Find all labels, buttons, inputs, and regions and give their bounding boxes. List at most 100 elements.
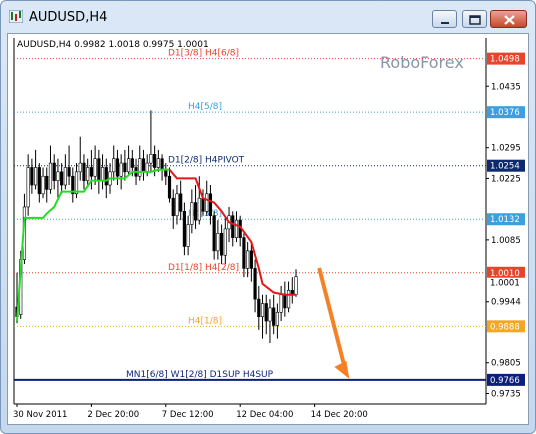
candle-body	[33, 167, 38, 186]
candle-body	[201, 197, 205, 212]
level-price-label: 0.9766	[490, 376, 520, 386]
candle-body	[186, 224, 190, 247]
candle-body	[220, 232, 224, 256]
level-label: MN1[6/8] W1[2/8] D1SUP H4SUP	[126, 370, 274, 380]
candle-body	[82, 162, 86, 181]
candle-body	[253, 268, 257, 300]
candle-body	[179, 193, 183, 212]
level-price-label: 1.0254	[490, 162, 520, 172]
candle-body	[26, 167, 30, 208]
candle-body	[41, 175, 45, 195]
candle-body	[130, 158, 134, 168]
candle-body	[193, 202, 198, 221]
candle-body	[78, 162, 82, 173]
candle-body	[208, 193, 213, 217]
candle-body	[216, 232, 220, 252]
candle-body	[257, 298, 261, 317]
candle-body	[123, 162, 127, 173]
close-button[interactable]	[490, 10, 527, 28]
title-bar[interactable]: AUDUSD,H4	[1, 1, 535, 33]
candle-body	[56, 171, 60, 181]
level-label: D1[2/8] H4PIVOT	[168, 156, 245, 166]
candle-body	[231, 215, 235, 238]
chart-window: AUDUSD,H4 AUDUSD,H4 0.9982 1.0018 0.9975…	[0, 0, 536, 434]
x-tick-label: 2 Dec 20:00	[87, 410, 139, 420]
y-tick-label: 1.0085	[491, 236, 521, 246]
restore-icon	[469, 15, 481, 25]
candle-body	[234, 219, 239, 238]
candle-body	[30, 167, 34, 186]
candle-body	[197, 197, 201, 221]
level-price-label: 1.0376	[490, 108, 520, 118]
y-tick-label: 1.0295	[491, 144, 521, 154]
candle-body	[93, 158, 97, 177]
candle-body	[212, 215, 216, 252]
candle-body	[286, 290, 291, 309]
candle-body	[160, 158, 164, 170]
level-label: H4[5/8]	[188, 102, 222, 112]
candle-body	[242, 237, 246, 269]
candle-body	[127, 158, 131, 173]
window-title: AUDUSD,H4	[29, 10, 108, 25]
candle-body	[182, 211, 187, 247]
candle-body	[119, 162, 123, 177]
candle-body	[279, 294, 283, 313]
level-price-label: 1.0498	[490, 55, 520, 65]
candle-body	[138, 158, 142, 177]
candle-body	[60, 171, 64, 186]
candle-body	[294, 276, 298, 296]
y-tick-label: 0.9805	[491, 359, 521, 369]
chart-app-icon	[9, 10, 23, 23]
candle-body	[249, 250, 253, 269]
candle-body	[156, 158, 160, 168]
candle-body	[145, 162, 149, 173]
candle-body	[246, 250, 250, 269]
candle-body	[190, 202, 194, 225]
price-chart[interactable]: AUDUSD,H4 0.9982 1.0018 0.9975 1.0001 Ro…	[8, 34, 528, 424]
close-icon	[504, 15, 515, 25]
candle-body	[97, 158, 101, 181]
candle-body	[268, 307, 272, 322]
level-price-label: 1.0010	[490, 269, 520, 279]
candle-body	[74, 171, 79, 195]
level-price-label: 0.9888	[490, 322, 520, 332]
candle-body	[104, 167, 108, 186]
y-tick-label: 1.0225	[491, 174, 521, 184]
candle-body	[171, 197, 175, 217]
candle-body	[52, 162, 56, 181]
candle-body	[272, 307, 276, 326]
x-tick-label: 14 Dec 20:00	[311, 410, 368, 420]
minimize-icon	[441, 22, 449, 24]
y-tick-label: 0.9735	[491, 389, 521, 399]
level-label: D1[3/8] H4[6/8]	[168, 49, 239, 59]
candle-body	[89, 167, 93, 177]
x-tick-label: 12 Dec 04:00	[236, 410, 293, 420]
candle-body	[153, 153, 157, 168]
candle-body	[86, 167, 90, 181]
y-tick-label: 1.0435	[491, 82, 521, 92]
candle-body	[37, 167, 41, 195]
candle-body	[141, 158, 146, 173]
candle-body	[223, 228, 227, 256]
candle-body	[205, 193, 209, 212]
candle-body	[100, 167, 105, 181]
candle-body	[149, 153, 153, 164]
candle-body	[167, 175, 172, 199]
level-price-label: 1.0132	[490, 215, 520, 225]
minimize-button[interactable]	[432, 10, 457, 28]
y-tick-label: 0.9944	[491, 298, 521, 308]
x-tick-label: 30 Nov 2011	[13, 410, 67, 420]
candle-body	[283, 294, 287, 309]
watermark: RoboForex	[380, 53, 464, 72]
candle-body	[175, 193, 179, 217]
maximize-button[interactable]	[462, 10, 487, 28]
chart-area[interactable]: AUDUSD,H4 0.9982 1.0018 0.9975 1.0001 Ro…	[7, 33, 529, 425]
current-price-label: 1.0001	[490, 279, 520, 289]
candle-body	[275, 311, 280, 326]
candle-body	[63, 167, 67, 186]
level-label: D1[1/8] H4[2/8]	[168, 263, 239, 273]
candle-body	[264, 303, 268, 322]
candle-body	[112, 158, 116, 173]
x-tick-label: 7 Dec 12:00	[162, 410, 214, 420]
candle-body	[67, 167, 71, 177]
